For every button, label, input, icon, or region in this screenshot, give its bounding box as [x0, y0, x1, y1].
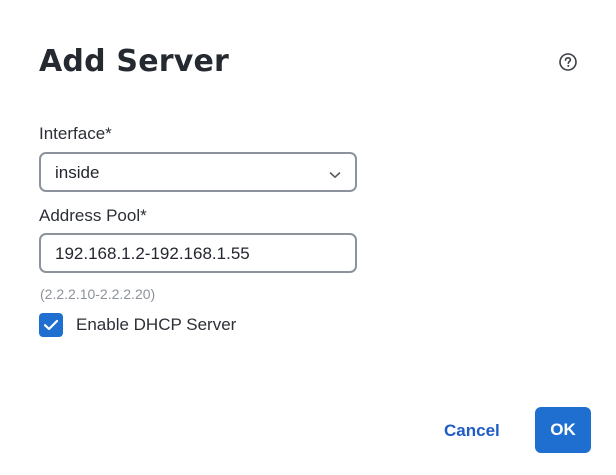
ok-button[interactable]: OK	[535, 407, 591, 453]
chevron-down-icon	[329, 167, 341, 178]
interface-select[interactable]: inside	[39, 152, 357, 192]
checkmark-icon	[43, 319, 59, 331]
address-pool-hint: (2.2.2.10-2.2.2.20)	[40, 286, 156, 302]
question-circle-icon[interactable]	[559, 53, 577, 71]
add-server-dialog: Add Server Interface* inside Address Poo…	[0, 0, 616, 475]
enable-dhcp-checkbox[interactable]	[39, 313, 63, 337]
address-pool-input[interactable]: 192.168.1.2-192.168.1.55	[39, 233, 357, 273]
address-pool-value: 192.168.1.2-192.168.1.55	[55, 244, 250, 263]
interface-label: Interface*	[39, 124, 112, 143]
cancel-button[interactable]: Cancel	[444, 421, 500, 441]
dialog-title: Add Server	[39, 44, 230, 79]
address-pool-label: Address Pool*	[39, 206, 147, 225]
enable-dhcp-label[interactable]: Enable DHCP Server	[76, 315, 236, 335]
interface-select-value: inside	[55, 163, 100, 182]
